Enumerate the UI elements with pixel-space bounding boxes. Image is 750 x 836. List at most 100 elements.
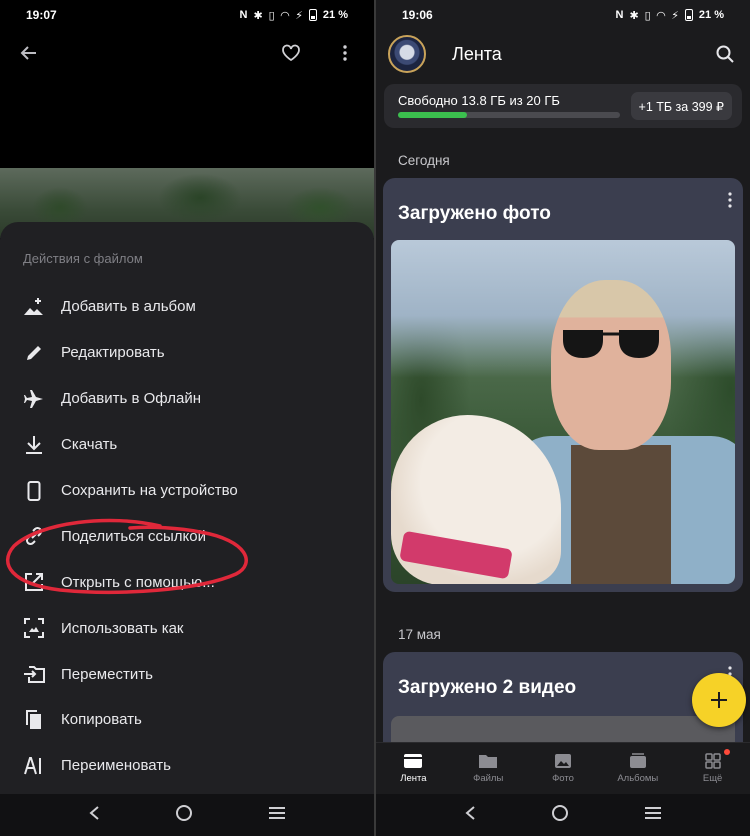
menu-item-save-to-device[interactable]: Сохранить на устройство [0,468,374,514]
heart-icon[interactable] [278,40,304,66]
section-date: 17 мая [398,627,441,642]
nav-home-icon[interactable] [551,804,569,827]
android-nav-bar [376,794,750,836]
nav-recents-icon[interactable] [644,806,662,825]
menu-item-use-as[interactable]: Использовать как [0,605,374,651]
tab-label: Файлы [473,773,504,784]
sheet-title: Действия с файлом [23,251,143,266]
airplane-icon [23,388,45,410]
plus-icon [711,692,727,708]
battery-icon [684,9,693,21]
back-arrow-icon[interactable] [16,40,42,66]
nfc-icon: N [615,9,624,21]
file-actions-menu: Добавить в альбом Редактировать Добавить… [0,284,374,789]
more-vertical-icon[interactable] [332,40,358,66]
charging-icon: ⚡ [295,9,303,22]
charging-icon: ⚡ [671,9,679,22]
battery-percent: 21 % [698,9,724,21]
android-nav-bar [0,794,374,836]
menu-item-label: Скачать [61,436,118,454]
feed-card[interactable]: Загружено фото [383,178,743,592]
add-to-album-icon [23,296,45,318]
battery-icon [308,9,317,21]
add-button[interactable] [692,673,746,727]
status-time: 19:07 [26,8,57,22]
tab-more[interactable]: Ещё [675,743,750,794]
avatar[interactable] [388,35,426,73]
status-icons: N ✱ ▯ ◠ ⚡ 21 % [615,9,724,22]
bluetooth-icon: ✱ [253,9,263,22]
nav-home-icon[interactable] [175,804,193,827]
menu-item-label: Использовать как [61,619,184,637]
storage-text: Свободно 13.8 ГБ из 20 ГБ [398,93,560,108]
bluetooth-icon: ✱ [629,9,639,22]
tab-photos[interactable]: Фото [526,743,601,794]
storage-progress-fill [398,112,467,118]
albums-icon [629,753,646,768]
menu-item-label: Сохранить на устройство [61,482,238,499]
uploaded-photo[interactable] [391,240,735,584]
nfc-icon: N [239,9,248,21]
link-icon [23,525,45,547]
menu-item-label: Добавить в альбом [61,298,196,316]
tab-label: Ещё [702,773,723,784]
feed-screen: 19:06 N ✱ ▯ ◠ ⚡ 21 % Лента Свободно 13.8… [376,0,750,836]
rename-icon [23,755,45,777]
download-icon [23,434,45,456]
viewer-toolbar [0,30,374,76]
page-title: Лента [452,43,502,64]
menu-item-label: Открыть с помощью... [61,573,215,591]
vibrate-icon: ▯ [268,9,275,22]
photo-icon [554,754,571,768]
tab-label: Фото [552,773,574,784]
tab-label: Лента [400,773,427,784]
search-icon[interactable] [712,41,738,67]
tab-files[interactable]: Файлы [451,743,526,794]
wifi-icon: ◠ [280,9,290,22]
open-external-icon [23,571,45,593]
menu-item-move[interactable]: Переместить [0,651,374,697]
menu-item-share-link[interactable]: Поделиться ссылкой [0,513,374,559]
folder-icon [479,755,498,768]
feed-header: Лента [376,30,750,78]
battery-percent: 21 % [322,9,348,21]
menu-item-label: Переименовать [61,757,171,775]
feed-icon [404,754,423,768]
storage-progress [398,112,620,118]
tab-label: Альбомы [617,773,659,784]
section-date: Сегодня [398,153,450,168]
menu-item-rename[interactable]: Переименовать [0,743,374,789]
copy-icon [23,709,45,731]
tab-albums[interactable]: Альбомы [600,743,675,794]
status-bar: 19:06 N ✱ ▯ ◠ ⚡ 21 % [376,0,750,30]
menu-item-add-to-album[interactable]: Добавить в альбом [0,284,374,330]
menu-item-label: Добавить в Офлайн [61,390,202,408]
photo-sunglasses [563,330,659,358]
nav-back-icon[interactable] [464,805,476,826]
bottom-tab-bar: Лента Файлы Фото Альбомы Ещё [376,742,750,794]
vibrate-icon: ▯ [644,9,651,22]
file-actions-sheet: Действия с файлом Добавить в альбом Реда… [0,222,374,836]
file-viewer-screen: 19:07 N ✱ ▯ ◠ ⚡ 21 % Действия с файлом Д [0,0,374,836]
wifi-icon: ◠ [656,9,666,22]
menu-item-open-with[interactable]: Открыть с помощью... [0,559,374,605]
status-bar: 19:07 N ✱ ▯ ◠ ⚡ 21 % [0,0,374,30]
move-icon [23,663,45,685]
tab-feed[interactable]: Лента [376,743,451,794]
storage-banner[interactable]: Свободно 13.8 ГБ из 20 ГБ +1 ТБ за 399 ₽ [384,84,742,128]
grid-icon [704,753,721,769]
card-title: Загружено 2 видео [398,677,577,698]
nav-back-icon[interactable] [88,805,100,826]
status-time: 19:06 [402,8,433,22]
photo-person-face [551,280,671,450]
photo-person-tshirt [571,445,671,584]
nav-recents-icon[interactable] [268,806,286,825]
status-icons: N ✱ ▯ ◠ ⚡ 21 % [239,9,348,22]
menu-item-copy[interactable]: Копировать [0,697,374,743]
menu-item-offline[interactable]: Добавить в Офлайн [0,376,374,422]
more-vertical-icon[interactable] [727,192,733,213]
upgrade-button[interactable]: +1 ТБ за 399 ₽ [630,92,732,120]
menu-item-edit[interactable]: Редактировать [0,330,374,376]
menu-item-label: Переместить [61,665,153,683]
menu-item-download[interactable]: Скачать [0,422,374,468]
